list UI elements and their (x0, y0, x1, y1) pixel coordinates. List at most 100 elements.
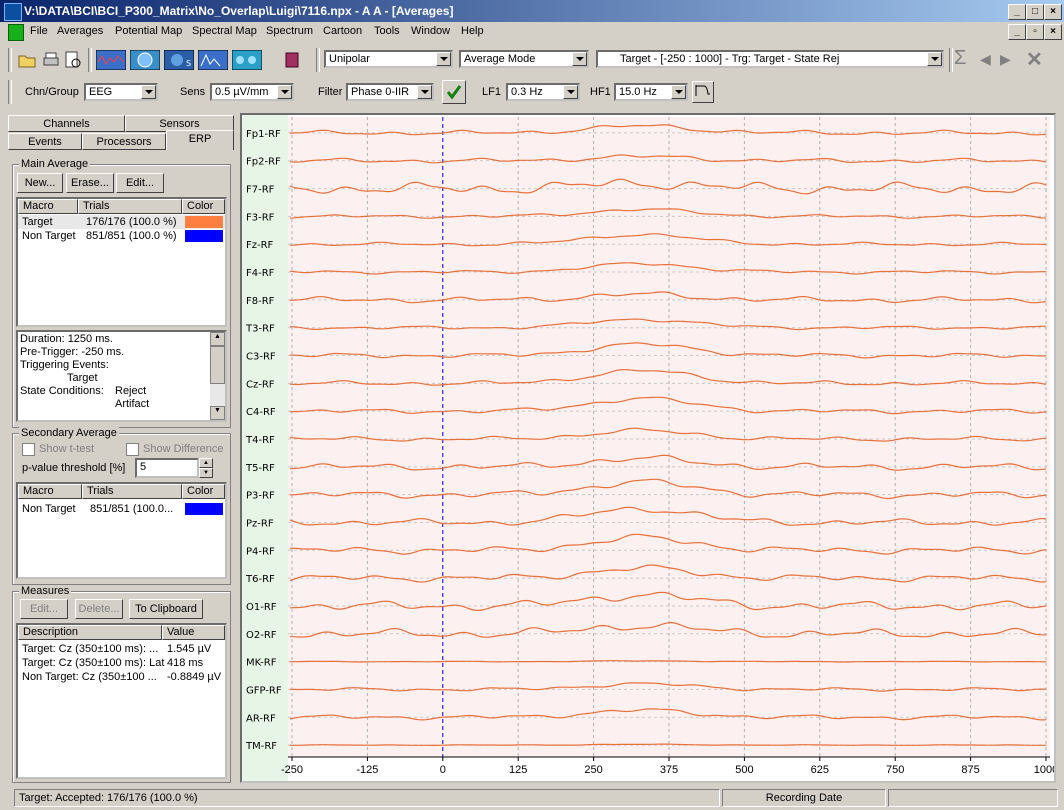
description-column-header[interactable]: Description (18, 625, 162, 640)
color-swatch[interactable] (185, 230, 223, 242)
document-icon[interactable] (8, 24, 24, 41)
chn-group-select[interactable]: EEG (84, 83, 158, 101)
table-row[interactable]: Non Target 851/851 (100.0 %) (18, 229, 225, 243)
chevron-down-icon[interactable] (927, 52, 942, 66)
chevron-down-icon[interactable] (417, 85, 432, 99)
channel-label: C3-RF (246, 352, 276, 363)
maximize-button[interactable]: □ (1026, 4, 1044, 20)
stepper-up-icon[interactable]: ▲ (199, 458, 213, 468)
spectrum-icon[interactable] (198, 50, 228, 70)
show-difference-label: Show Difference (143, 443, 224, 455)
print-preview-icon[interactable] (62, 49, 84, 71)
row-macro: Target (22, 216, 53, 228)
edit-measure-button[interactable]: Edit... (20, 599, 68, 619)
pvalue-value: 5 (140, 461, 147, 473)
spectral-map-icon[interactable]: S (164, 50, 194, 70)
edit-average-button[interactable]: Edit... (116, 173, 164, 193)
filter-apply-button[interactable] (442, 80, 466, 104)
eeg-view-icon[interactable] (96, 50, 126, 70)
menu-help[interactable]: Help (461, 25, 484, 37)
montage-select[interactable]: Unipolar (324, 50, 453, 68)
erp-plot[interactable]: Fp1-RF Fp2-RF F7-RF F3-RF Fz-RF F4-RF F8-RF T3-… (240, 113, 1058, 783)
filter-response-button[interactable] (692, 81, 714, 103)
table-row[interactable]: Non Target 851/851 (100.0... (18, 502, 225, 516)
table-row[interactable]: Target: Cz (350±100 ms): ... 1.545 µV (18, 642, 225, 656)
secondary-average-list[interactable]: Macro Trials Color Non Target 851/851 (1… (16, 482, 227, 579)
chevron-down-icon[interactable] (436, 52, 451, 66)
menu-averages[interactable]: Averages (57, 25, 103, 37)
value-column-header[interactable]: Value (162, 625, 225, 640)
delete-measure-button[interactable]: Delete... (75, 599, 123, 619)
mode-select[interactable]: Average Mode (459, 50, 589, 68)
pvalue-input[interactable]: 5 (135, 458, 199, 478)
chevron-down-icon[interactable] (671, 85, 686, 99)
open-folder-icon[interactable] (16, 49, 38, 71)
scroll-down-icon[interactable]: ▼ (210, 406, 225, 420)
lf1-select[interactable]: 0.3 Hz (506, 83, 580, 101)
menu-spectral-map[interactable]: Spectral Map (192, 25, 257, 37)
app-icon[interactable] (4, 3, 22, 21)
delete-x-icon[interactable]: ✕ (1026, 47, 1043, 72)
scrollbar[interactable]: ▲ ▼ (210, 332, 225, 420)
color-swatch[interactable] (185, 503, 223, 515)
sigma-icon[interactable]: Σ (954, 47, 966, 70)
menu-file[interactable]: File (30, 25, 48, 37)
menu-spectrum[interactable]: Spectrum (266, 25, 313, 37)
book-icon[interactable] (282, 50, 302, 70)
color-column-header[interactable]: Color (182, 199, 225, 214)
chevron-down-icon[interactable] (141, 85, 156, 99)
chevron-down-icon[interactable] (563, 85, 578, 99)
macro-column-header[interactable]: Macro (18, 199, 78, 214)
new-average-button[interactable]: New... (17, 173, 63, 193)
cartoon-icon[interactable] (232, 50, 262, 70)
chevron-down-icon[interactable] (572, 52, 587, 66)
menu-potential-map[interactable]: Potential Map (115, 25, 182, 37)
head-map-icon[interactable] (130, 50, 160, 70)
pvalue-stepper[interactable]: ▲ ▼ (199, 458, 213, 478)
filter-select[interactable]: Phase 0-IIR (346, 83, 434, 101)
channel-label: Fz-RF (246, 240, 274, 251)
menu-cartoon[interactable]: Cartoon (323, 25, 362, 37)
erase-average-button[interactable]: Erase... (66, 173, 114, 193)
tab-channels[interactable]: Channels (8, 115, 125, 132)
scroll-thumb[interactable] (210, 346, 225, 384)
menu-bar: File Averages Potential Map Spectral Map… (0, 22, 1064, 42)
close-button[interactable]: × (1044, 4, 1062, 20)
scroll-up-icon[interactable]: ▲ (210, 332, 225, 346)
to-clipboard-button[interactable]: To Clipboard (129, 599, 203, 619)
minimize-button[interactable]: _ (1008, 4, 1026, 20)
mdi-minimize-button[interactable]: _ (1008, 24, 1026, 40)
color-column-header[interactable]: Color (182, 484, 225, 499)
macro-column-header[interactable]: Macro (18, 484, 82, 499)
tab-processors[interactable]: Processors (82, 133, 166, 150)
next-arrow-icon[interactable]: ▶ (1000, 51, 1011, 68)
color-swatch[interactable] (185, 216, 223, 228)
main-average-list[interactable]: Macro Trials Color Target 176/176 (100.0… (16, 197, 227, 327)
stepper-down-icon[interactable]: ▼ (199, 468, 213, 478)
trials-column-header[interactable]: Trials (78, 199, 182, 214)
average-selection-select[interactable]: Target - [-250 : 1000] - Trg: Target - S… (596, 50, 944, 68)
mdi-close-button[interactable]: × (1044, 24, 1062, 40)
average-info-box[interactable]: Duration: 1250 ms. Pre-Trigger: -250 ms.… (16, 330, 227, 422)
show-difference-checkbox[interactable] (126, 443, 139, 456)
row-macro: Non Target (22, 503, 76, 515)
table-row[interactable]: Target 176/176 (100.0 %) (18, 215, 225, 229)
status-bar: Target: Accepted: 176/176 (100.0 %) Reco… (0, 787, 1064, 810)
channel-label: T5-RF (245, 463, 275, 474)
tab-events[interactable]: Events (8, 133, 82, 150)
mdi-restore-button[interactable]: ▫ (1026, 24, 1044, 40)
measures-list[interactable]: Description Value Target: Cz (350±100 ms… (16, 623, 227, 779)
table-row[interactable]: Non Target: Cz (350±100 ... -0.8849 µV (18, 670, 225, 684)
trials-column-header[interactable]: Trials (82, 484, 182, 499)
hf1-select[interactable]: 15.0 Hz (614, 83, 688, 101)
chevron-down-icon[interactable] (277, 85, 292, 99)
tab-erp[interactable]: ERP (166, 130, 234, 150)
menu-window[interactable]: Window (411, 25, 450, 37)
erp-waveform-canvas[interactable]: Fp1-RF Fp2-RF F7-RF F3-RF Fz-RF F4-RF F8-RF T3-… (242, 115, 1058, 781)
table-row[interactable]: Target: Cz (350±100 ms): Lat 418 ms (18, 656, 225, 670)
menu-tools[interactable]: Tools (374, 25, 400, 37)
previous-arrow-icon[interactable]: ◀ (980, 51, 991, 68)
show-ttest-checkbox[interactable] (22, 443, 35, 456)
sens-select[interactable]: 0.5 µV/mm (210, 83, 294, 101)
print-icon[interactable] (40, 49, 62, 71)
